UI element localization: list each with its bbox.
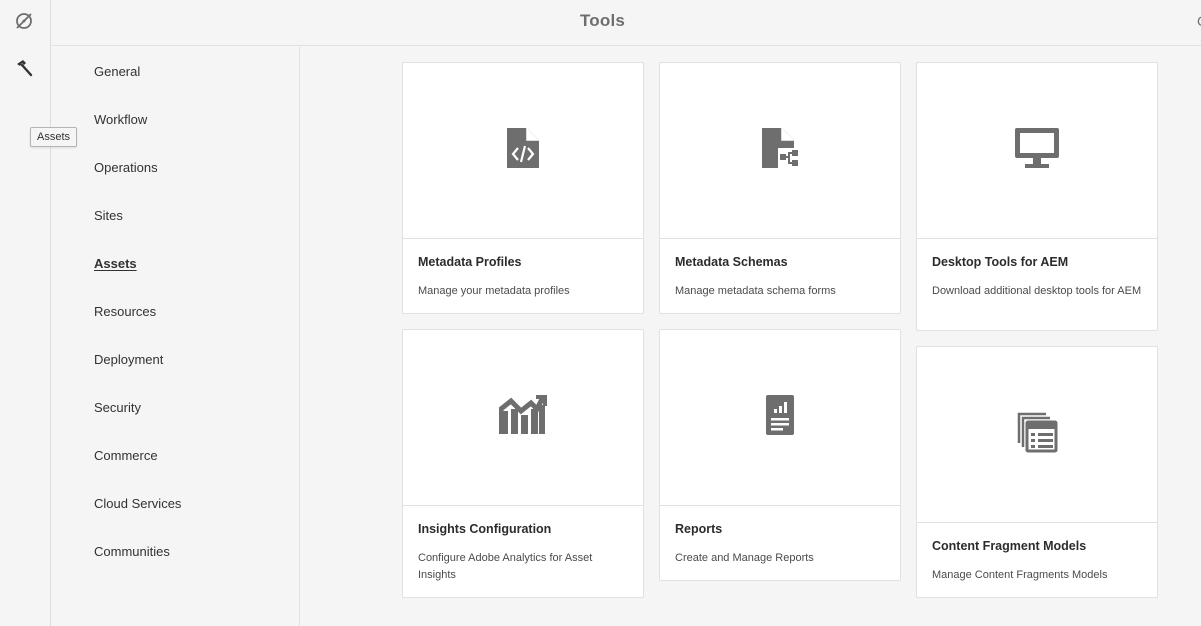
card-title: Insights Configuration	[418, 522, 552, 536]
card-thumbnail	[660, 330, 900, 506]
card-description: Manage metadata schema forms	[675, 285, 836, 297]
card-insights-configuration[interactable]: Insights Configuration Configure Adobe A…	[402, 329, 644, 598]
card-desktop-tools[interactable]: Desktop Tools for AEM Download additiona…	[916, 62, 1158, 331]
card-thumbnail	[917, 347, 1157, 523]
nav-item-operations[interactable]: Operations	[94, 160, 158, 175]
card-description: Create and Manage Reports	[675, 552, 814, 564]
nav-item-communities[interactable]: Communities	[94, 544, 170, 559]
report-icon	[765, 394, 795, 441]
card-description: Manage your metadata profiles	[418, 285, 570, 297]
card-thumbnail	[403, 330, 643, 506]
monitor-icon	[1014, 127, 1060, 174]
nav-item-resources[interactable]: Resources	[94, 304, 156, 319]
file-code-icon	[505, 126, 541, 175]
card-thumbnail	[660, 63, 900, 239]
card-title: Desktop Tools for AEM	[932, 255, 1069, 269]
chart-trend-icon	[498, 395, 547, 440]
card-metadata-profiles[interactable]: Metadata Profiles Manage your metadata p…	[402, 62, 644, 314]
card-title: Metadata Schemas	[675, 255, 788, 269]
nav-item-assets[interactable]: Assets	[94, 256, 137, 271]
card-content-fragment-models[interactable]: Content Fragment Models Manage Content F…	[916, 346, 1158, 598]
card-thumbnail	[403, 63, 643, 239]
card-reports[interactable]: Reports Create and Manage Reports	[659, 329, 901, 581]
card-thumbnail	[917, 63, 1157, 239]
tools-card-grid: Metadata Profiles Manage your metadata p…	[301, 47, 1201, 626]
page-title: Tools	[579, 11, 626, 30]
hammer-icon[interactable]	[11, 55, 37, 81]
app-header: Tools C	[52, 0, 1201, 46]
header-edge-glyph: C	[1197, 13, 1201, 29]
card-title: Reports	[675, 522, 723, 536]
fragment-models-icon	[1016, 411, 1058, 458]
nav-item-general[interactable]: General	[94, 64, 140, 79]
left-rail	[0, 0, 51, 626]
file-tree-icon	[758, 126, 804, 175]
nav-item-workflow[interactable]: Workflow	[94, 112, 147, 127]
card-title: Content Fragment Models	[932, 539, 1087, 553]
nav-item-cloud-services[interactable]: Cloud Services	[94, 496, 181, 511]
card-description: Manage Content Fragments Models	[932, 569, 1108, 581]
category-nav: General Workflow Operations Sites Assets…	[52, 47, 300, 626]
nav-item-security[interactable]: Security	[94, 400, 141, 415]
nav-item-commerce[interactable]: Commerce	[94, 448, 158, 463]
card-description: Download additional desktop tools for AE…	[932, 285, 1142, 297]
card-title: Metadata Profiles	[418, 255, 522, 269]
card-description: Configure Adobe Analytics for Asset Insi…	[418, 552, 593, 581]
card-metadata-schemas[interactable]: Metadata Schemas Manage metadata schema …	[659, 62, 901, 314]
nav-item-deployment[interactable]: Deployment	[94, 352, 163, 367]
nav-item-sites[interactable]: Sites	[94, 208, 123, 223]
